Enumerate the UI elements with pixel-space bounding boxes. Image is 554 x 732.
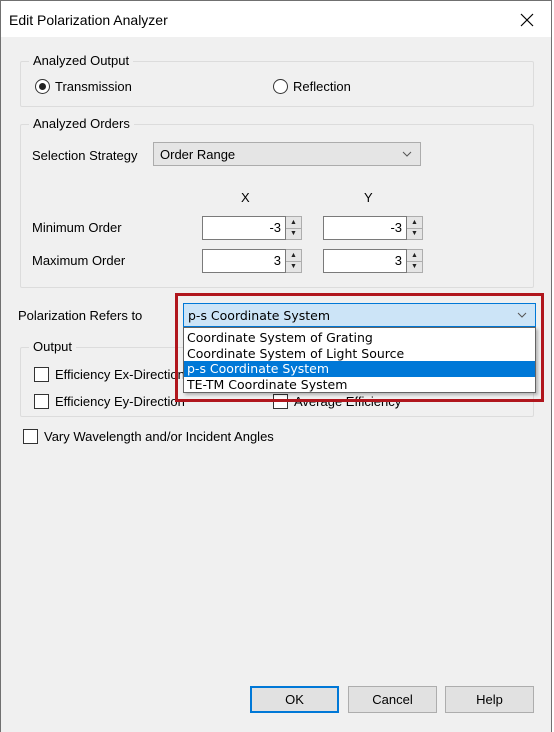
dropdown-option[interactable]: Coordinate System of Light Source [184,346,535,362]
dropdown-option[interactable]: TE-TM Coordinate System [184,377,535,393]
min-order-x-input[interactable]: -3 [202,216,286,240]
max-order-y-input[interactable]: 3 [323,249,407,273]
reflection-label: Reflection [293,79,351,94]
column-x-label: X [241,190,250,205]
spin-buttons: ▲ ▼ [407,249,423,273]
spin-up-icon[interactable]: ▲ [286,250,301,261]
dialog-window: Edit Polarization Analyzer Analyzed Outp… [0,0,552,732]
maximum-order-label: Maximum Order [32,253,126,268]
polarization-dropdown-list: Coordinate System of Grating Coordinate … [183,327,536,393]
title-bar: Edit Polarization Analyzer [1,1,551,37]
selection-strategy-combo[interactable]: Order Range [153,142,421,166]
minimum-order-label: Minimum Order [32,220,122,235]
spin-up-icon[interactable]: ▲ [407,217,422,228]
transmission-label: Transmission [55,79,132,94]
spin-down-icon[interactable]: ▼ [407,227,422,240]
checkbox-box [34,367,49,382]
polarization-combo[interactable]: p-s Coordinate System [183,303,536,327]
spin-up-icon[interactable]: ▲ [407,250,422,261]
efficiency-ey-checkbox[interactable]: Efficiency Ey-Direction [34,394,185,409]
help-button[interactable]: Help [445,686,534,713]
selection-strategy-label: Selection Strategy [32,148,138,163]
ok-button[interactable]: OK [250,686,339,713]
chevron-down-icon [517,312,527,318]
cancel-button[interactable]: Cancel [348,686,437,713]
checkbox-box [23,429,38,444]
reflection-radio[interactable]: Reflection [273,79,351,94]
efficiency-ey-label: Efficiency Ey-Direction [55,394,185,409]
min-order-x-spinner[interactable]: -3 ▲ ▼ [202,216,302,240]
dialog-title: Edit Polarization Analyzer [9,12,168,28]
spin-down-icon[interactable]: ▼ [286,227,301,240]
spin-down-icon[interactable]: ▼ [407,260,422,273]
spin-up-icon[interactable]: ▲ [286,217,301,228]
dropdown-option[interactable]: Coordinate System of Grating [184,330,535,346]
selection-strategy-value: Order Range [160,146,236,162]
close-x-icon [520,13,534,27]
radio-circle [273,79,288,94]
checkbox-box [34,394,49,409]
polarization-selected-value: p-s Coordinate System [188,307,331,323]
min-order-y-input[interactable]: -3 [323,216,407,240]
output-label: Output [29,339,77,354]
min-order-y-spinner[interactable]: -3 ▲ ▼ [323,216,423,240]
close-button[interactable] [507,5,547,35]
radio-circle-selected [35,79,50,94]
spin-down-icon[interactable]: ▼ [286,260,301,273]
chevron-down-icon [402,151,412,157]
spin-buttons: ▲ ▼ [286,216,302,240]
spin-buttons: ▲ ▼ [407,216,423,240]
max-order-y-spinner[interactable]: 3 ▲ ▼ [323,249,423,273]
vary-wavelength-checkbox[interactable]: Vary Wavelength and/or Incident Angles [23,429,274,444]
vary-wavelength-label: Vary Wavelength and/or Incident Angles [44,429,274,444]
analyzed-output-label: Analyzed Output [29,53,134,68]
efficiency-ex-label: Efficiency Ex-Direction [55,367,185,382]
column-y-label: Y [364,190,373,205]
max-order-x-input[interactable]: 3 [202,249,286,273]
transmission-radio[interactable]: Transmission [35,79,132,94]
analyzed-orders-label: Analyzed Orders [29,116,134,131]
efficiency-ex-checkbox[interactable]: Efficiency Ex-Direction [34,367,185,382]
radio-dot [39,83,46,90]
spin-buttons: ▲ ▼ [286,249,302,273]
dropdown-option-selected[interactable]: p-s Coordinate System [184,361,535,377]
polarization-label: Polarization Refers to [18,308,143,323]
max-order-x-spinner[interactable]: 3 ▲ ▼ [202,249,302,273]
